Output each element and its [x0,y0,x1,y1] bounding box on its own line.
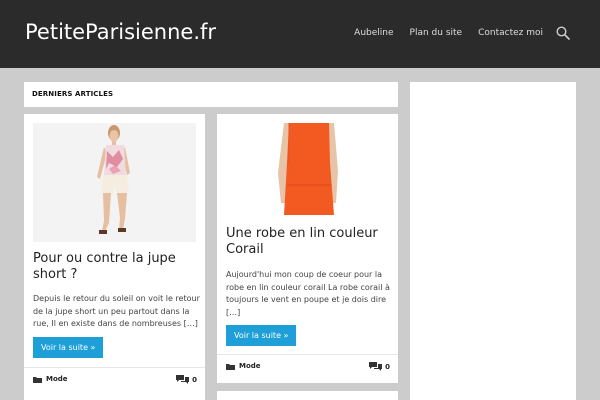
post-card: Pour ou contre la jupe short ? Depuis le… [24,114,205,400]
nav-item-contactez-moi[interactable]: Contactez moi [478,28,543,38]
category-label: Mode [239,362,261,370]
comments-icon [369,362,383,371]
read-more-button[interactable]: Voir la suite » [226,325,297,346]
post-excerpt: Aujourd'hui mon coup de coeur pour la ro… [226,270,390,317]
category-label: Mode [46,375,68,383]
post-comments[interactable]: 0 [176,375,197,384]
comments-count: 0 [192,375,197,384]
post-excerpt: Depuis le retour du soleil on voit le re… [33,294,200,328]
search-icon[interactable] [556,26,570,40]
nav-item-plan-du-site[interactable]: Plan du site [410,28,463,38]
post-title[interactable]: Pour ou contre la jupe short ? [33,251,198,283]
coral-dress-image [226,123,389,217]
model-shorts-image [33,123,196,242]
post-card: Une robe en lin couleur Corail Aujourd'h… [217,114,398,383]
post-thumbnail[interactable] [226,123,389,217]
comments-count: 0 [385,362,390,371]
main-nav: Aubeline Plan du site Contactez moi [354,28,543,38]
site-header: PetiteParisienne.fr Aubeline Plan du sit… [0,0,600,68]
post-thumbnail[interactable] [33,123,196,242]
latest-articles-header: DERNIERS ARTICLES [24,82,398,107]
comments-icon [176,375,190,384]
widget-title: DERNIERS ARTICLES [32,90,114,98]
sidebar [410,82,576,400]
read-more-button[interactable]: Voir la suite » [33,337,104,358]
post-category[interactable]: Mode [226,362,261,370]
nav-item-aubeline[interactable]: Aubeline [354,28,393,38]
post-meta: Mode 0 [226,362,390,374]
folder-icon [226,363,235,370]
divider [217,354,398,355]
post-title[interactable]: Une robe en lin couleur Corail [226,226,391,258]
folder-icon [33,376,42,383]
divider [24,367,205,368]
post-comments[interactable]: 0 [369,362,390,371]
site-title[interactable]: PetiteParisienne.fr [25,20,216,44]
post-category[interactable]: Mode [33,375,68,383]
post-card [217,391,398,400]
post-meta: Mode 0 [33,375,197,387]
